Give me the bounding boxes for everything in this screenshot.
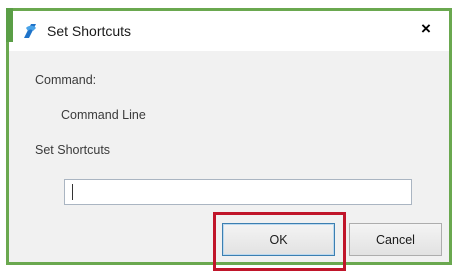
title-bar: Set Shortcuts × bbox=[9, 11, 449, 51]
command-value: Command Line bbox=[61, 108, 146, 122]
ok-button[interactable]: OK bbox=[222, 223, 335, 256]
shortcut-input[interactable] bbox=[64, 179, 412, 205]
app-logo-icon bbox=[24, 24, 36, 38]
command-label: Command: bbox=[35, 73, 97, 87]
shortcuts-label: Set Shortcuts bbox=[35, 143, 111, 157]
window-accent-bar bbox=[6, 8, 13, 42]
text-caret bbox=[72, 184, 73, 200]
cancel-button[interactable]: Cancel bbox=[349, 223, 442, 256]
close-icon[interactable]: × bbox=[417, 20, 435, 38]
set-shortcuts-dialog: Set Shortcuts × Command: Command Line Se… bbox=[6, 8, 452, 271]
dialog-title: Set Shortcuts bbox=[47, 23, 132, 39]
